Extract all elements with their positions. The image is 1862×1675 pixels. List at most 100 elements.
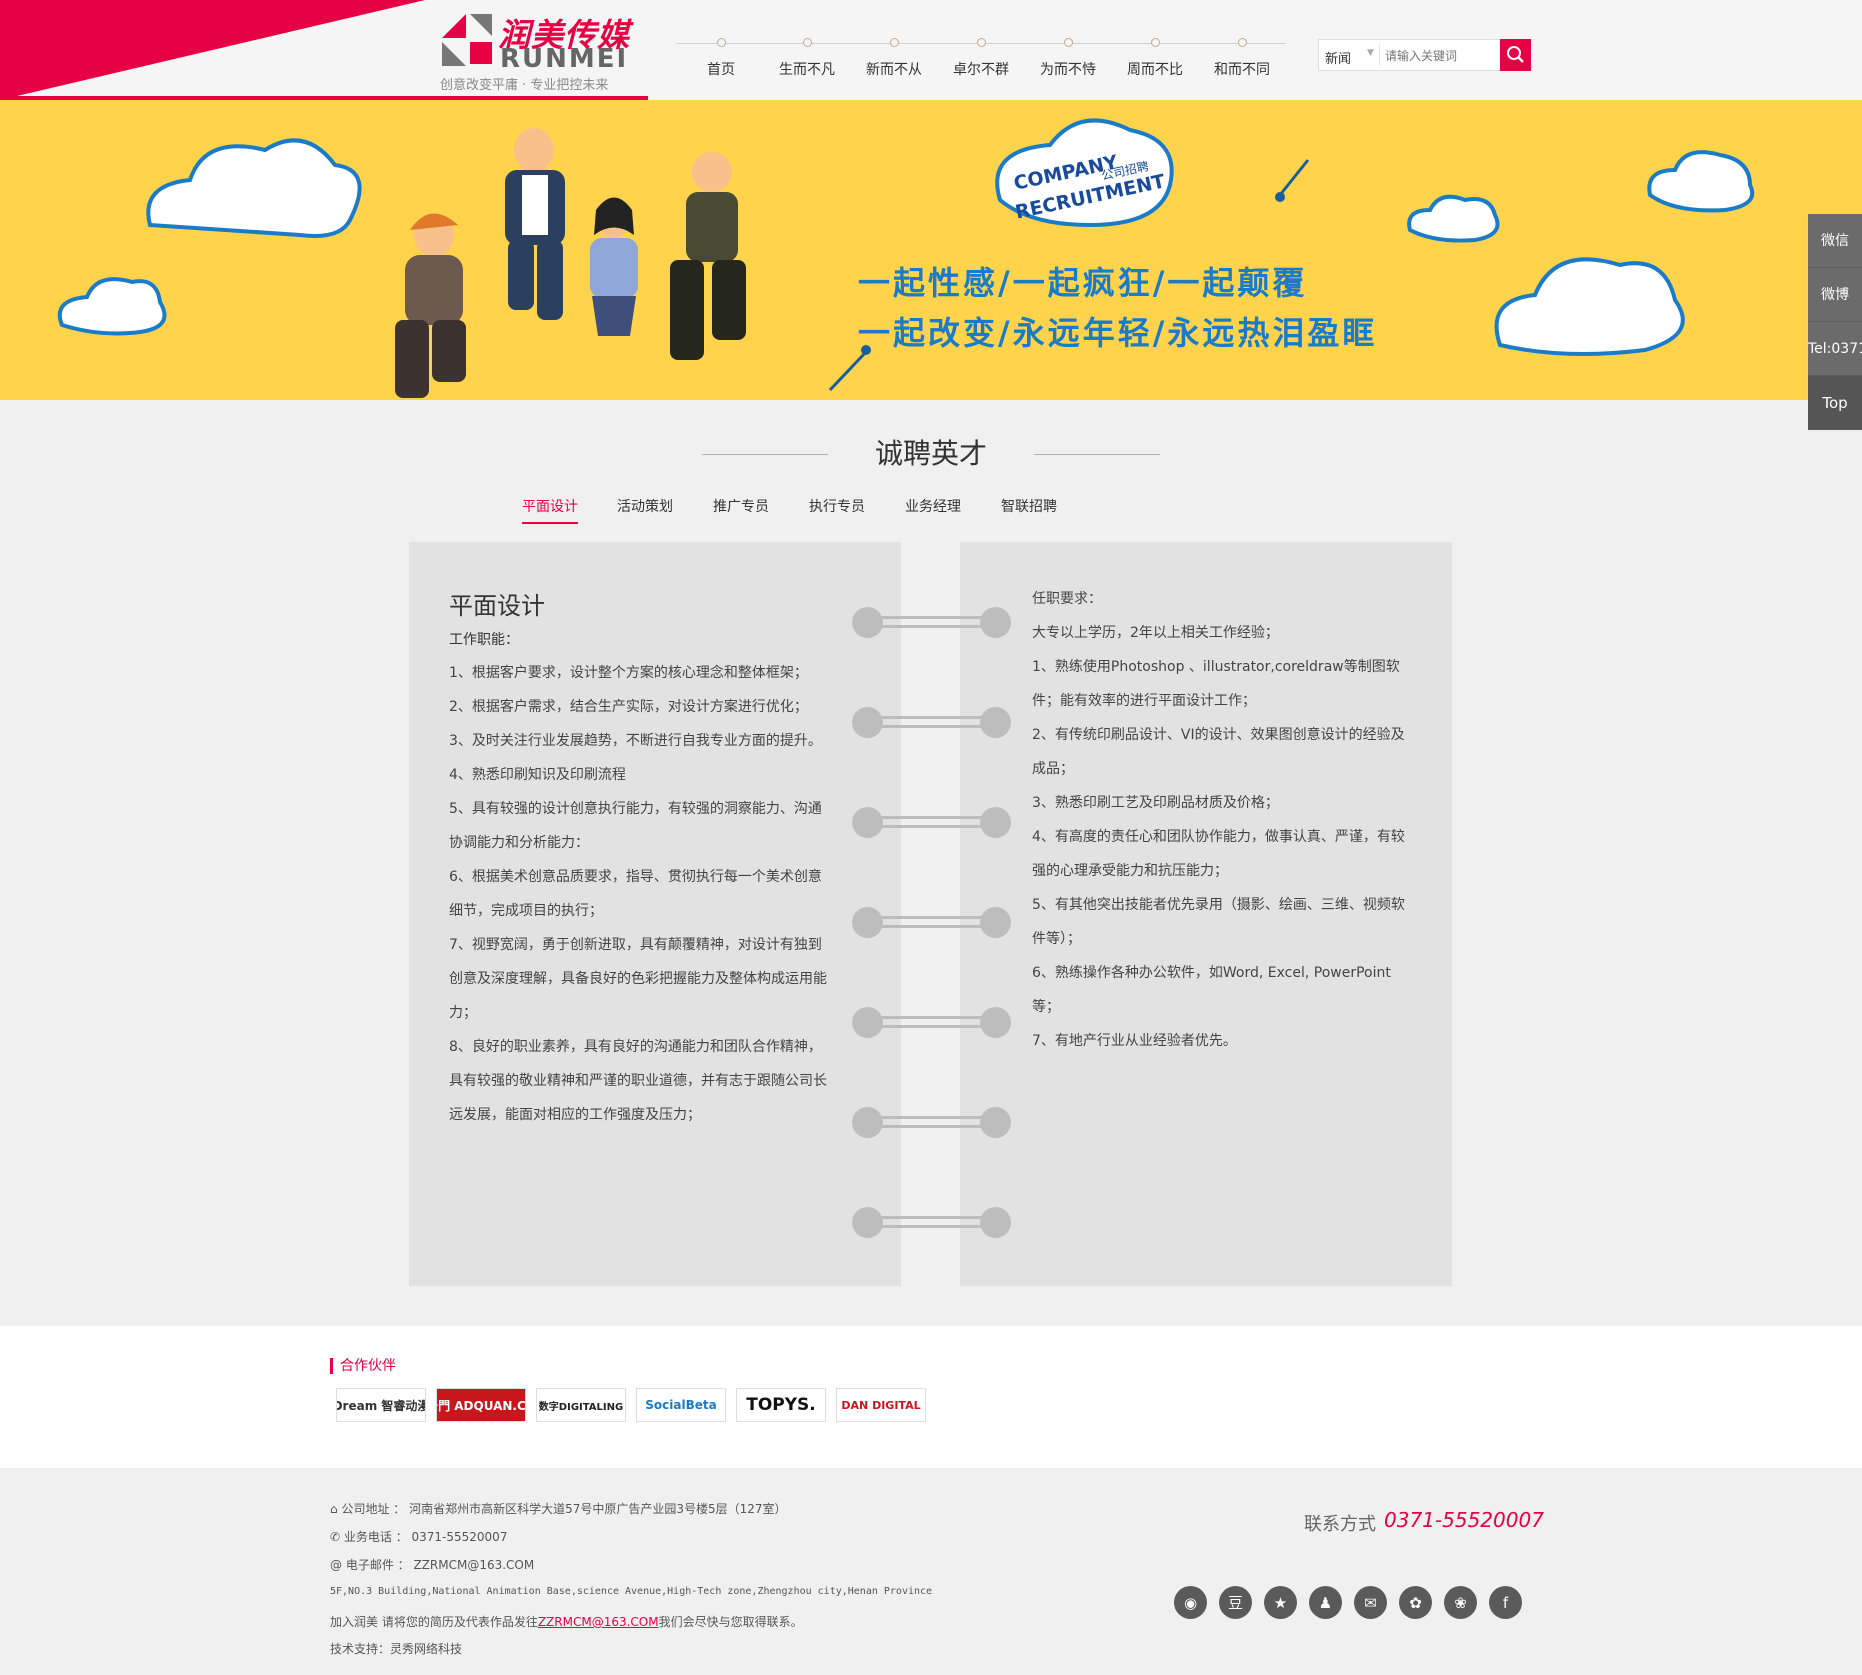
banner-slogan-1: 一起性感/一起疯狂/一起颠覆: [858, 264, 1308, 302]
footer-phone: ✆ 业务电话 ： 0371-55520007: [330, 1530, 508, 1544]
float-tel[interactable]: Tel:0371: [1808, 322, 1862, 376]
duty-line: 7、视野宽阔，勇于创新进取，具有颠覆精神，对设计有独到: [449, 937, 822, 953]
nav-dot: [1237, 38, 1247, 47]
logo-slogan: 创意改变平庸 · 专业把控未来: [440, 78, 609, 93]
banner-slogan-2: 一起改变/永远年轻/永远热泪盈眶: [858, 314, 1378, 352]
title-line-right: [1034, 454, 1160, 455]
requirement-line: 成品；: [1032, 761, 1074, 777]
footer-tech-support: 技术支持：灵秀网络科技: [330, 1642, 463, 1656]
requirement-line: 4、有高度的责任心和团队协作能力，做事认真、严谨，有较: [1032, 829, 1405, 845]
tab-execution[interactable]: 执行专员: [809, 496, 865, 516]
nav-dot: [802, 38, 812, 47]
nav-label: 卓尔不群: [953, 62, 1009, 78]
partner-logo-dan-digital[interactable]: DAN DIGITAL: [836, 1388, 926, 1422]
banner-illustration: [57, 118, 1755, 398]
site-footer: ⌂ 公司地址 ： 河南省郑州市高新区科学大道57号中原广告产业园3号楼5层（12…: [0, 1468, 1862, 1675]
nav-dot: [889, 38, 899, 47]
requirement-line: 任职要求：: [1032, 591, 1102, 607]
star-icon[interactable]: ★: [1264, 1586, 1297, 1619]
at-icon: @: [330, 1558, 346, 1572]
job-duties-panel: 平面设计 工作职能： 1、根据客户要求，设计整个方案的核心理念和整体框架； 2、…: [409, 542, 901, 1286]
search-icon: [1507, 46, 1524, 63]
search-button[interactable]: [1500, 39, 1531, 71]
contact-label: 联系方式: [1304, 1514, 1376, 1535]
logo-mark-icon: [442, 14, 492, 66]
footer-email: @ 电子邮件 ： ZZRMCM@163.COM: [330, 1558, 535, 1572]
nav-item-3[interactable]: 新而不从: [851, 38, 937, 79]
tab-event-planning[interactable]: 活动策划: [617, 496, 673, 516]
requirement-line: 等；: [1032, 999, 1060, 1015]
duty-line: 具有较强的敬业精神和严谨的职业道德，并有志于跟随公司长: [449, 1073, 827, 1089]
duty-line: 2、根据客户需求，结合生产实际，对设计方案进行优化；: [449, 699, 808, 715]
footer-join: 加入润美 请将您的简历及代表作品发往ZZRMCM@163.COM我们会尽快与您取…: [330, 1615, 803, 1629]
duty-line: 1、根据客户要求，设计整个方案的核心理念和整体框架；: [449, 665, 808, 681]
requirement-line: 件等）；: [1032, 931, 1081, 947]
tab-business-manager[interactable]: 业务经理: [905, 496, 961, 516]
nav-item-7[interactable]: 和而不同: [1199, 38, 1285, 79]
nav-dot: [1150, 38, 1160, 47]
partner-logo-digitaling[interactable]: 数字DIGITALING: [536, 1388, 626, 1422]
jumping-people-illustration: [395, 128, 746, 398]
chevron-down-icon[interactable]: ▼: [1367, 48, 1374, 58]
nav-item-6[interactable]: 周而不比: [1112, 38, 1198, 79]
search-input[interactable]: [1385, 44, 1511, 68]
footer-english-address: 5F,NO.3 Building,National Animation Base…: [330, 1586, 933, 1597]
nav-item-home[interactable]: 首页: [678, 38, 764, 79]
nav-label: 和而不同: [1214, 62, 1270, 78]
requirement-line: 6、熟练操作各种办公软件，如Word, Excel, PowerPoint: [1032, 965, 1391, 981]
weibo-icon[interactable]: ◉: [1174, 1586, 1207, 1619]
tab-promotion[interactable]: 推广专员: [713, 496, 769, 516]
tab-graphic-design[interactable]: 平面设计: [522, 496, 578, 524]
duty-line: 力；: [449, 1005, 477, 1021]
nav-label: 周而不比: [1127, 62, 1183, 78]
duty-line: 细节，完成项目的执行；: [449, 903, 603, 919]
job-title: 平面设计: [449, 592, 545, 620]
duty-line: 3、及时关注行业发展趋势，不断进行自我专业方面的提升。: [449, 733, 822, 749]
nav-dot: [716, 38, 726, 47]
partner-logo-adquan[interactable]: 廣告門 ADQUAN.COM: [436, 1388, 526, 1422]
duty-line: 5、具有较强的设计创意执行能力，有较强的洞察能力、沟通: [449, 801, 822, 817]
phone-icon: ✆: [330, 1530, 344, 1544]
requirement-line: 件；能有效率的进行平面设计工作；: [1032, 693, 1256, 709]
nav-item-2[interactable]: 生而不凡: [764, 38, 850, 79]
search-divider: [1379, 45, 1380, 65]
requirement-line: 7、有地产行业从业经验者优先。: [1032, 1033, 1237, 1049]
nav-label: 为而不恃: [1040, 62, 1096, 78]
decor-stick: [828, 350, 868, 392]
partner-logo-socialbeta[interactable]: SocialBeta: [636, 1388, 726, 1422]
floating-sidebar: 微信 微博 Tel:0371 Top: [1808, 214, 1862, 430]
partners-title: 合作伙伴: [330, 1358, 396, 1374]
wechat-icon[interactable]: ✉: [1354, 1586, 1387, 1619]
baidu-icon[interactable]: ✿: [1399, 1586, 1432, 1619]
facebook-icon[interactable]: f: [1489, 1586, 1522, 1619]
duty-line: 远发展，能面对相应的工作强度及压力；: [449, 1107, 701, 1123]
section-title: 诚聘英才: [874, 437, 987, 470]
paw-icon[interactable]: ❀: [1444, 1586, 1477, 1619]
nav-dot: [976, 38, 986, 47]
search-category-select[interactable]: 新闻: [1325, 48, 1351, 67]
requirement-line: 5、有其他突出技能者优先录用（摄影、绘画、三维、视频软: [1032, 897, 1405, 913]
site-logo[interactable]: 润美传媒 RUNMEI 创意改变平庸 · 专业把控未来: [440, 10, 640, 93]
qq-icon[interactable]: ♟: [1309, 1586, 1342, 1619]
float-top-button[interactable]: Top: [1808, 376, 1862, 430]
contact-phone: 0371-55520007: [1384, 1508, 1544, 1532]
partner-logo-dream[interactable]: Dream 智睿动漫: [336, 1388, 426, 1422]
float-wechat[interactable]: 微信: [1808, 214, 1862, 268]
duty-line: 4、熟悉印刷知识及印刷流程: [449, 767, 626, 783]
douban-icon[interactable]: 豆: [1219, 1586, 1252, 1619]
decor-dot: [1275, 192, 1285, 202]
float-weibo[interactable]: 微博: [1808, 268, 1862, 322]
nav-item-5[interactable]: 为而不恃: [1025, 38, 1111, 79]
join-email-link[interactable]: ZZRMCM@163.COM: [538, 1615, 659, 1629]
home-icon: ⌂: [330, 1502, 342, 1516]
nav-item-4[interactable]: 卓尔不群: [938, 38, 1024, 79]
requirement-line: 强的心理承受能力和抗压能力；: [1032, 863, 1228, 879]
decor-stick: [1278, 159, 1310, 196]
partners-section: 合作伙伴 Dream 智睿动漫 廣告門 ADQUAN.COM 数字DIGITAL…: [0, 1326, 1862, 1468]
requirements-list: 任职要求： 大专以上学历，2年以上相关工作经验； 1、熟练使用Photoshop…: [1032, 582, 1412, 1058]
site-header: 润美传媒 RUNMEI 创意改变平庸 · 专业把控未来 首页 生而不凡 新而不从…: [0, 0, 1862, 100]
logo-english-name: RUNMEI: [500, 44, 629, 74]
job-requirements-panel: 任职要求： 大专以上学历，2年以上相关工作经验； 1、熟练使用Photoshop…: [960, 542, 1452, 1286]
partner-logo-topys[interactable]: TOPYS.: [736, 1388, 826, 1422]
tab-zhaopin[interactable]: 智联招聘: [1001, 496, 1057, 516]
